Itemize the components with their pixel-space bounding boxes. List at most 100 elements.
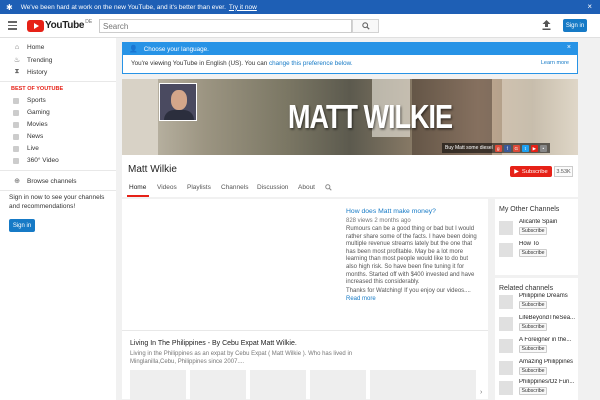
channel-item-name[interactable]: Amazing Philippines <box>519 359 575 365</box>
subscribe-button[interactable]: ▶ Subscribe <box>510 166 552 177</box>
read-more-link[interactable]: Read more <box>346 296 376 302</box>
channel-item: Philippine Dreams Subscribe <box>499 293 575 311</box>
signin-prompt-text: Sign in now to see your channels and rec… <box>9 194 105 210</box>
change-preference-link[interactable]: change this preference below. <box>269 60 353 67</box>
search-input[interactable] <box>99 19 352 33</box>
guide-item-live[interactable]: Live <box>13 145 39 152</box>
search-button[interactable] <box>352 19 379 33</box>
video-thumbnail[interactable] <box>130 370 186 400</box>
channel-avatar[interactable] <box>159 83 197 121</box>
buy-matt-diesel-link[interactable]: Buy Matt some diesel <box>445 145 493 151</box>
hourglass-icon: ⧗ <box>14 68 20 75</box>
website-icon[interactable]: • <box>539 144 547 152</box>
video-thumbnail[interactable] <box>190 370 246 400</box>
guide-item-gaming[interactable]: Gaming <box>13 109 50 116</box>
channel-header: Matt Wilkie ▶ Subscribe 3.53K Home Video… <box>122 155 578 197</box>
announcement-bar: ✱ We've been hard at work on the new You… <box>0 0 600 14</box>
guide-sidebar: ⌂ Home ♨ Trending ⧗ History BEST OF YOUTUBE… <box>0 38 116 400</box>
guide-item-360-video[interactable]: 360° Video <box>13 157 59 164</box>
chevron-right-icon[interactable]: › <box>480 389 482 396</box>
channel-item-name[interactable]: Alicante Spain <box>519 219 575 225</box>
tab-discussion[interactable]: Discussion <box>257 184 288 191</box>
subscribe-button[interactable]: Subscribe <box>519 301 547 309</box>
shelf-title[interactable]: Living In The Philippines - By Cebu Expa… <box>130 340 297 347</box>
flame-icon: ♨ <box>13 57 21 64</box>
masthead: YouTube DE Sign in <box>0 14 600 38</box>
search-icon <box>361 22 370 30</box>
channel-avatar[interactable] <box>499 381 513 395</box>
divider <box>122 330 488 331</box>
play-logo-icon <box>27 19 44 32</box>
channel-avatar[interactable] <box>499 361 513 375</box>
news-icon <box>13 133 19 140</box>
channel-avatar[interactable] <box>499 221 513 235</box>
subscribe-button[interactable]: Subscribe <box>519 227 547 235</box>
subscribe-button[interactable]: Subscribe <box>519 345 547 353</box>
best-of-youtube-header: BEST OF YOUTUBE <box>11 86 64 92</box>
channel-banner: MATT WILKIE Buy Matt some diesel g f G t… <box>122 79 578 155</box>
guide-item-movies[interactable]: Movies <box>13 121 48 128</box>
tab-videos[interactable]: Videos <box>157 184 177 191</box>
person-icon: 👤 <box>129 46 138 53</box>
guide-signin-button[interactable]: Sign in <box>9 219 35 232</box>
close-icon[interactable]: × <box>567 44 571 51</box>
youtube-icon[interactable]: ▶ <box>530 144 538 152</box>
facebook-icon[interactable]: f <box>503 144 511 152</box>
region-code: DE <box>85 19 93 25</box>
tab-playlists[interactable]: Playlists <box>187 184 211 191</box>
channel-avatar[interactable] <box>499 339 513 353</box>
tab-channels[interactable]: Channels <box>221 184 248 191</box>
related-channels: Related channels Philippine Dreams Subsc… <box>495 278 578 400</box>
guide-item-home[interactable]: ⌂ Home <box>13 44 44 51</box>
youtube-logo[interactable]: YouTube DE <box>27 19 92 32</box>
channel-item: Amazing Philippines Subscribe <box>499 359 575 377</box>
channel-item-name[interactable]: Philippines/Oz Fun... <box>519 379 575 385</box>
subscribe-button[interactable]: Subscribe <box>519 323 547 331</box>
guide-item-sports[interactable]: Sports <box>13 97 46 104</box>
video-thumbnail[interactable] <box>250 370 306 400</box>
signin-button[interactable]: Sign in <box>563 19 587 32</box>
learn-more-link[interactable]: Learn more <box>541 60 569 66</box>
channel-avatar[interactable] <box>499 295 513 309</box>
subscribe-button[interactable]: Subscribe <box>519 367 547 375</box>
twitter-icon[interactable]: t <box>521 144 529 152</box>
channel-item: A Foreigner in the... Subscribe <box>499 337 575 355</box>
search-channel-icon[interactable] <box>325 184 332 193</box>
360-video-icon <box>13 157 19 164</box>
channel-item-name[interactable]: Philippine Dreams <box>519 293 575 299</box>
guide-item-news[interactable]: News <box>13 133 43 140</box>
featured-video-thanks: Thanks for Watching! If you enjoy our vi… <box>346 288 471 294</box>
google-plus-icon[interactable]: g <box>494 144 502 152</box>
tab-about[interactable]: About <box>298 184 315 191</box>
subscribe-button[interactable]: Subscribe <box>519 387 547 395</box>
subscribe-button[interactable]: Subscribe <box>519 249 547 257</box>
video-thumbnail[interactable] <box>420 370 476 400</box>
shelf-description: Living in the Philippines as an expat by… <box>130 351 353 365</box>
guide-item-history[interactable]: ⧗ History <box>13 68 48 76</box>
channel-home-content: How does Matt make money? 828 views 2 mo… <box>122 199 488 400</box>
featured-video-description: Rumours can be a good thing or bad but I… <box>346 226 477 286</box>
channel-avatar[interactable] <box>499 243 513 257</box>
channel-item-name[interactable]: A Foreigner in the... <box>519 337 575 343</box>
my-other-channels-title: My Other Channels <box>499 206 560 213</box>
guide-item-trending[interactable]: ♨ Trending <box>13 56 53 65</box>
channel-avatar[interactable] <box>499 317 513 331</box>
divider <box>0 81 116 82</box>
featured-video-player[interactable] <box>125 204 336 326</box>
try-it-now-link[interactable]: Try it now <box>229 4 257 11</box>
video-thumbnail[interactable] <box>370 370 426 400</box>
my-other-channels: My Other Channels Alicante Spain Subscri… <box>495 199 578 275</box>
video-thumbnail[interactable] <box>310 370 366 400</box>
close-icon[interactable]: × <box>587 2 592 11</box>
channel-item-name[interactable]: LifeBeyondTheSea... <box>519 315 575 321</box>
upload-icon[interactable] <box>540 20 552 32</box>
menu-icon[interactable] <box>8 21 17 30</box>
tab-home[interactable]: Home <box>129 184 146 191</box>
featured-video-title[interactable]: How does Matt make money? <box>346 208 436 215</box>
guide-item-browse-channels[interactable]: ⊕ Browse channels <box>13 177 76 186</box>
youtube-play-icon: ▶ <box>514 169 519 175</box>
divider <box>0 190 116 191</box>
channel-item-name[interactable]: How To <box>519 241 575 247</box>
channel-name[interactable]: Matt Wilkie <box>128 164 177 175</box>
google-icon[interactable]: G <box>512 144 520 152</box>
